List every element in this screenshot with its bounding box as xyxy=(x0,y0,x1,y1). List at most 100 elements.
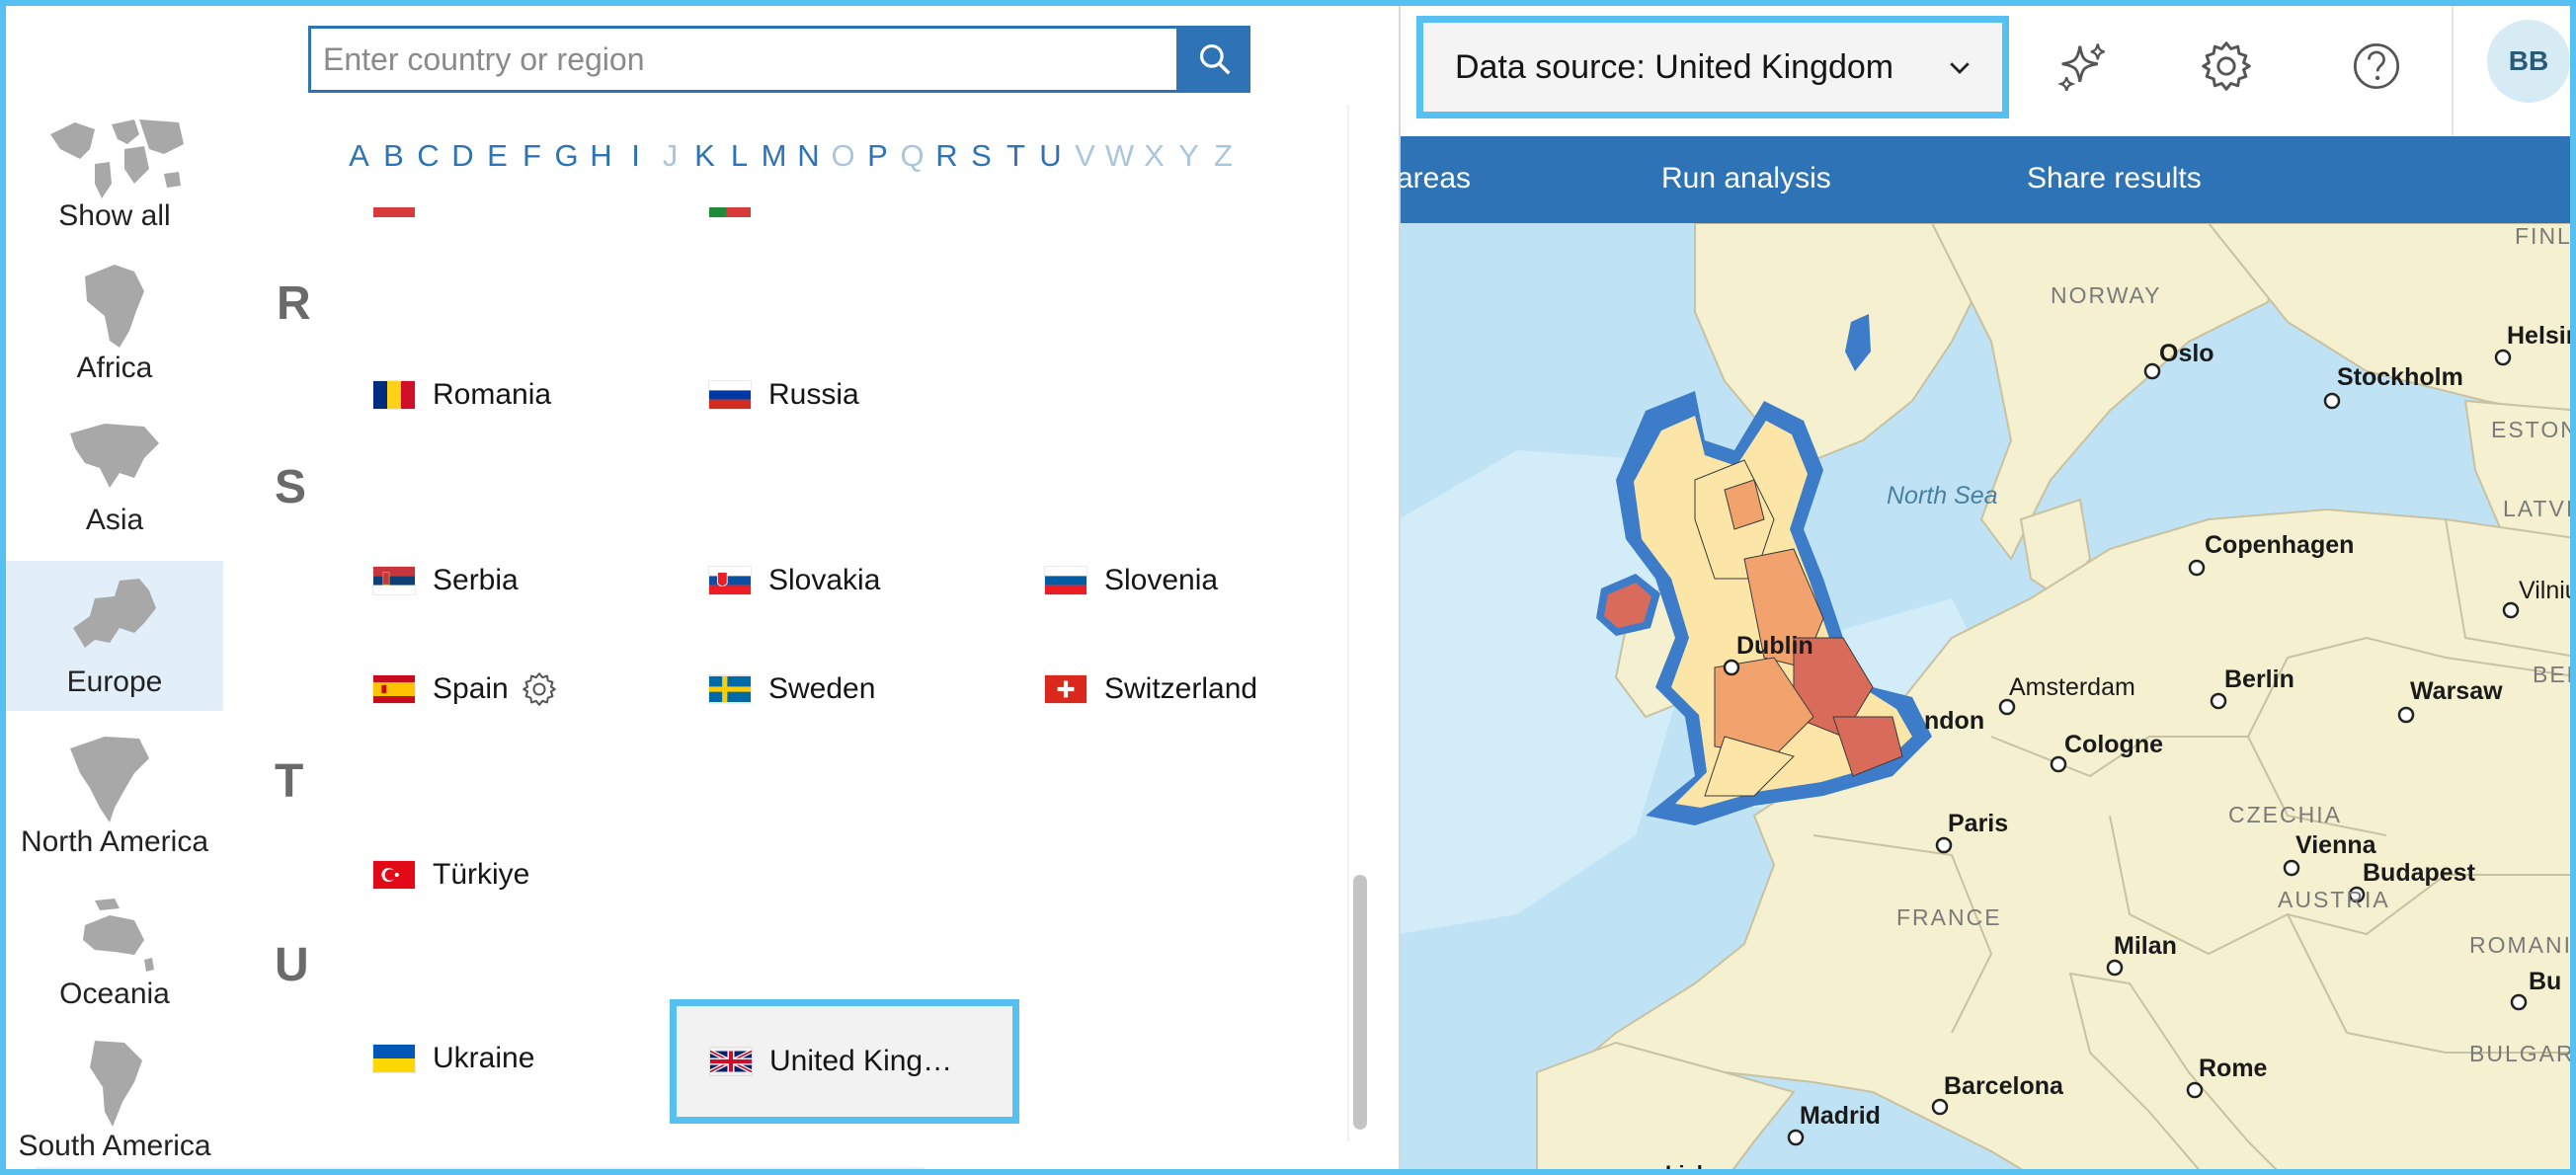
map-label-austria: AUSTRIA xyxy=(2278,887,2390,912)
alphabet-letter-u[interactable]: U xyxy=(1033,138,1068,182)
flag-slovenia-icon xyxy=(1045,567,1087,594)
alphabet-letter-h[interactable]: H xyxy=(584,138,618,182)
alphabet-letter-k[interactable]: K xyxy=(687,138,722,182)
country-label: Russia xyxy=(768,378,859,411)
map-city-helsinki: Helsin xyxy=(2507,322,2576,350)
country-item-russia[interactable]: Russia xyxy=(709,365,859,425)
alphabet-letter-f[interactable]: F xyxy=(515,138,549,182)
flag-united-kingdom-icon xyxy=(710,1049,752,1074)
alphabet-letter-l[interactable]: L xyxy=(722,138,757,182)
asia-map-icon xyxy=(70,424,159,488)
top-nav-bar: areas Run analysis Share results xyxy=(1397,136,2570,223)
region-item-africa[interactable]: Africa xyxy=(6,249,223,399)
nav-item-areas[interactable]: areas xyxy=(1397,136,1471,223)
map-label-bulgaria: BULGARIA xyxy=(2469,1041,2575,1066)
settings-button[interactable] xyxy=(2167,22,2286,111)
alphabet-letter-m[interactable]: M xyxy=(757,138,791,182)
map-city-rome: Rome xyxy=(2199,1055,2268,1082)
map-city-budapest: Budapest xyxy=(2363,859,2475,887)
map-label-north-sea: North Sea xyxy=(1887,482,1998,509)
map-city-amsterdam: Amsterdam xyxy=(2009,673,2135,701)
alphabet-letter-b[interactable]: B xyxy=(376,138,411,182)
region-item-asia[interactable]: Asia xyxy=(6,401,223,551)
chevron-down-icon xyxy=(1950,62,1970,74)
alphabet-letter-s[interactable]: S xyxy=(964,138,999,182)
map-city-madrid: Madrid xyxy=(1800,1102,1881,1130)
country-picker-panel: ABCDEFGHIJKLMNOPQRSTUVWXYZ Show all Afri… xyxy=(6,6,1401,1169)
region-label: Asia xyxy=(85,504,144,536)
country-label: Romania xyxy=(433,378,552,411)
alphabet-letter-r[interactable]: R xyxy=(929,138,964,182)
alphabet-letter-i[interactable]: I xyxy=(618,138,653,182)
region-label: South America xyxy=(18,1130,211,1162)
country-item-united-kingdom[interactable]: United King… xyxy=(670,999,1019,1124)
region-item-south-america[interactable]: South America xyxy=(6,1025,223,1169)
country-label: Ukraine xyxy=(433,1042,535,1074)
section-letter-s: S xyxy=(275,461,307,513)
gear-icon xyxy=(2202,41,2251,91)
country-item-romania[interactable]: Romania xyxy=(373,365,551,425)
nav-item-run-analysis[interactable]: Run analysis xyxy=(1661,136,1831,223)
data-source-label: Data source: United Kingdom xyxy=(1455,47,1894,86)
region-label: North America xyxy=(20,825,209,858)
alphabet-letter-z: Z xyxy=(1214,138,1233,173)
country-item-switzerland[interactable]: Switzerland xyxy=(1045,660,1257,719)
flag-sweden-icon xyxy=(709,675,751,703)
alphabet-letter-p[interactable]: P xyxy=(860,138,895,182)
map-city-milan: Milan xyxy=(2114,932,2177,960)
alphabet-letter-y: Y xyxy=(1178,138,1199,173)
map-label-latvia: LATVIA xyxy=(2503,496,2575,521)
alphabet-letter-t[interactable]: T xyxy=(999,138,1033,182)
map-label-czechia: CZECHIA xyxy=(2228,802,2342,827)
section-letter-t: T xyxy=(275,755,304,808)
alphabet-letter-e[interactable]: E xyxy=(480,138,515,182)
search-input[interactable] xyxy=(308,26,1179,93)
region-item-show-all[interactable]: Show all xyxy=(6,97,223,247)
alphabet-letter-g[interactable]: G xyxy=(549,138,584,182)
country-label: Serbia xyxy=(433,564,519,596)
gear-icon[interactable] xyxy=(521,670,558,708)
country-item-spain[interactable]: Spain xyxy=(373,660,558,719)
country-item-sweden[interactable]: Sweden xyxy=(709,660,875,719)
country-item-ukraine[interactable]: Ukraine xyxy=(373,1029,534,1088)
alphabet-letter-c[interactable]: C xyxy=(411,138,445,182)
alphabet-letter-n[interactable]: N xyxy=(791,138,826,182)
search-button[interactable] xyxy=(1179,26,1250,93)
help-button[interactable] xyxy=(2317,22,2436,111)
country-label: Slovenia xyxy=(1104,564,1219,596)
alphabet-letter-d[interactable]: D xyxy=(445,138,480,182)
list-scrollbar[interactable] xyxy=(1353,875,1367,1130)
avatar[interactable]: BB xyxy=(2487,20,2570,103)
region-item-north-america[interactable]: North America xyxy=(6,721,223,871)
country-item-serbia[interactable]: Serbia xyxy=(373,551,519,610)
map-label-finland: FINLA xyxy=(2515,223,2572,249)
flag-switzerland-icon xyxy=(1045,675,1087,703)
alphabet-letter-v: V xyxy=(1075,138,1095,173)
region-label: Africa xyxy=(76,352,153,384)
country-item-slovenia[interactable]: Slovenia xyxy=(1045,551,1218,610)
region-label: Oceania xyxy=(59,978,170,1010)
region-item-europe[interactable]: Europe xyxy=(6,561,223,711)
partial-flag xyxy=(709,207,751,217)
alphabet-letter-q: Q xyxy=(900,138,925,173)
flag-russia-icon xyxy=(709,381,751,409)
data-source-dropdown[interactable]: Data source: United Kingdom xyxy=(1416,16,2009,118)
ai-assistant-button[interactable] xyxy=(2023,22,2141,111)
map-city-dublin: Dublin xyxy=(1736,632,1813,660)
section-letter-r: R xyxy=(277,277,311,330)
country-item-slovakia[interactable]: Slovakia xyxy=(709,551,880,610)
map-city-warsaw: Warsaw xyxy=(2410,677,2503,705)
region-label: Show all xyxy=(58,199,171,232)
map-view[interactable]: NORWAY ESTONIA LATVIA BELA CZECHIA AUSTR… xyxy=(1399,223,2576,1169)
flag-serbia-icon xyxy=(373,567,415,594)
alphabet-letter-a[interactable]: A xyxy=(342,138,376,182)
search-icon xyxy=(1199,43,1231,75)
map-city-vienna: Vienna xyxy=(2295,831,2376,859)
country-item-turkiye[interactable]: Türkiye xyxy=(373,845,529,904)
region-item-oceania[interactable]: Oceania xyxy=(6,873,223,1023)
nav-item-share-results[interactable]: Share results xyxy=(2027,136,2202,223)
map-label-france: FRANCE xyxy=(1896,904,2002,930)
app-window: NORWAY ESTONIA LATVIA BELA CZECHIA AUSTR… xyxy=(0,0,2576,1175)
header-divider xyxy=(2452,6,2454,136)
alphabet-letter-x: X xyxy=(1144,138,1165,173)
